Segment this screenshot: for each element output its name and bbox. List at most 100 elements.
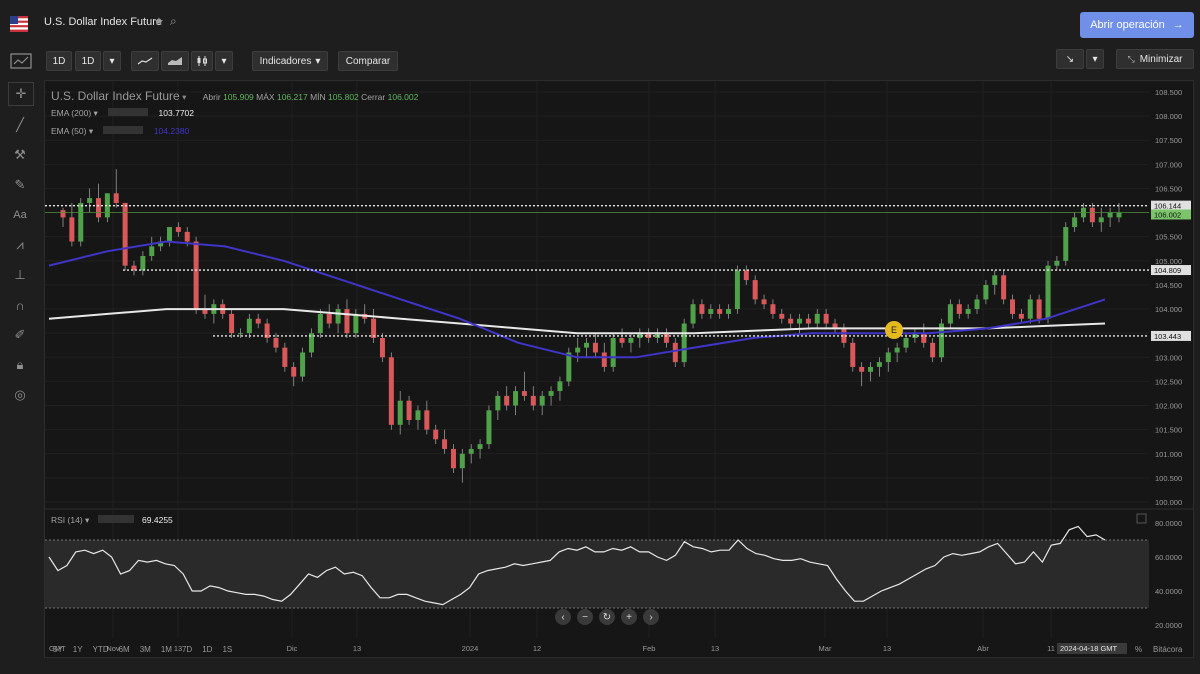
scroll-right-button[interactable]: › xyxy=(643,609,659,625)
text-tool-icon[interactable]: Aa xyxy=(8,204,32,226)
candle-body[interactable] xyxy=(885,352,891,363)
candle-body[interactable] xyxy=(868,366,874,372)
candle-body[interactable] xyxy=(95,198,101,218)
candle-body[interactable] xyxy=(814,313,820,324)
lock-icon[interactable]: 🔒︎ xyxy=(8,354,32,376)
candle-body[interactable] xyxy=(60,210,66,218)
candle-body[interactable] xyxy=(424,410,430,430)
candle-body[interactable] xyxy=(956,304,962,314)
pencil-lock-icon[interactable]: ✐ xyxy=(8,324,32,346)
candle-body[interactable] xyxy=(459,453,465,469)
ema200-controls[interactable] xyxy=(108,108,149,116)
candle-body[interactable] xyxy=(291,366,297,377)
scroll-left-button[interactable]: ‹ xyxy=(555,609,571,625)
zoom-out-button[interactable]: − xyxy=(577,609,593,625)
candle-body[interactable] xyxy=(504,395,510,406)
candle-body[interactable] xyxy=(548,391,554,396)
candle-body[interactable] xyxy=(761,299,767,305)
timeframe-ytd[interactable]: YTD xyxy=(93,645,109,654)
candle-body[interactable] xyxy=(663,333,669,343)
candle-body[interactable] xyxy=(326,313,332,324)
drawing-cursor-button[interactable]: ↘ xyxy=(1056,49,1084,69)
timeframe-6m[interactable]: 6M xyxy=(119,645,130,654)
candle-body[interactable] xyxy=(433,429,439,440)
candle-body[interactable] xyxy=(442,439,448,449)
candle-body[interactable] xyxy=(1036,299,1042,319)
candle-body[interactable] xyxy=(770,304,776,314)
timeframe-7d[interactable]: 7D xyxy=(182,645,192,654)
candle-body[interactable] xyxy=(1063,227,1069,261)
timeframe-1y[interactable]: 1Y xyxy=(73,645,83,654)
candle-body[interactable] xyxy=(1018,313,1024,319)
interval-button-1d-b[interactable]: 1D xyxy=(75,51,101,71)
legend-caret-icon[interactable]: ▾ xyxy=(182,92,189,102)
candle-body[interactable] xyxy=(983,284,989,300)
trendline-icon[interactable]: ╱ xyxy=(8,114,32,136)
candle-body[interactable] xyxy=(1054,260,1060,266)
candle-body[interactable] xyxy=(850,342,856,367)
price-chart[interactable]: E 108.500 108.000 107.500 107.000 106.500 106.… xyxy=(45,81,1193,657)
line-chart-button[interactable] xyxy=(131,51,159,71)
candle-body[interactable] xyxy=(1001,275,1007,300)
candle-body[interactable] xyxy=(823,313,829,324)
interval-dropdown-caret[interactable]: ▾ xyxy=(103,51,121,71)
candle-body[interactable] xyxy=(397,400,403,425)
candle-body[interactable] xyxy=(140,256,146,271)
candlestick-chart-button[interactable] xyxy=(191,51,213,71)
candle-body[interactable] xyxy=(300,352,306,377)
candle-body[interactable] xyxy=(859,366,865,372)
candle-body[interactable] xyxy=(335,309,341,324)
candle-body[interactable] xyxy=(921,333,927,343)
rsi-controls[interactable] xyxy=(97,515,134,523)
candle-body[interactable] xyxy=(513,391,519,406)
candle-body[interactable] xyxy=(193,241,199,310)
candle-body[interactable] xyxy=(468,448,474,454)
candle-body[interactable] xyxy=(601,352,607,367)
candle-body[interactable] xyxy=(87,198,93,203)
percent-toggle[interactable]: % xyxy=(1135,645,1142,654)
candle-body[interactable] xyxy=(752,280,758,300)
candle-body[interactable] xyxy=(255,318,261,324)
candle-body[interactable] xyxy=(388,357,394,425)
candle-body[interactable] xyxy=(1072,217,1078,228)
measure-icon[interactable]: ⊥ xyxy=(8,264,32,286)
candle-body[interactable] xyxy=(779,313,785,319)
candle-body[interactable] xyxy=(282,347,288,367)
candle-body[interactable] xyxy=(557,381,563,392)
candle-body[interactable] xyxy=(734,270,740,310)
candle-body[interactable] xyxy=(903,338,909,348)
favorite-star-icon[interactable]: ★ xyxy=(154,15,164,28)
compare-button[interactable]: Comparar xyxy=(338,51,398,71)
candle-body[interactable] xyxy=(78,202,84,242)
candle-body[interactable] xyxy=(184,231,190,242)
zoom-in-button[interactable]: + xyxy=(621,609,637,625)
candle-body[interactable] xyxy=(965,309,971,314)
candle-body[interactable] xyxy=(974,299,980,310)
candle-body[interactable] xyxy=(1027,299,1033,319)
ema50-controls[interactable] xyxy=(103,126,144,134)
candle-body[interactable] xyxy=(876,362,882,367)
candle-body[interactable] xyxy=(743,270,749,281)
candle-body[interactable] xyxy=(166,227,172,242)
candle-body[interactable] xyxy=(69,217,75,242)
candle-body[interactable] xyxy=(406,400,412,420)
candle-body[interactable] xyxy=(681,323,687,363)
candle-body[interactable] xyxy=(229,313,235,334)
candle-body[interactable] xyxy=(1010,299,1016,314)
magnet-icon[interactable]: ∩ xyxy=(8,294,32,316)
candle-body[interactable] xyxy=(947,304,953,324)
candle-body[interactable] xyxy=(371,318,377,338)
search-icon[interactable]: ⌕ xyxy=(170,14,177,29)
candle-body[interactable] xyxy=(805,318,811,324)
candle-body[interactable] xyxy=(1045,265,1051,319)
candle-body[interactable] xyxy=(575,347,581,353)
candle-body[interactable] xyxy=(344,309,350,334)
crosshair-icon[interactable]: ✛ xyxy=(8,82,34,106)
timeframe-5y[interactable]: 5Y xyxy=(53,645,63,654)
fibonacci-icon[interactable]: ⚒ xyxy=(8,144,32,166)
candle-body[interactable] xyxy=(379,338,385,358)
indicators-dropdown[interactable]: Indicadores ▾ xyxy=(252,51,328,71)
candle-body[interactable] xyxy=(237,333,243,335)
area-chart-button[interactable] xyxy=(161,51,189,71)
candle-body[interactable] xyxy=(450,448,456,469)
